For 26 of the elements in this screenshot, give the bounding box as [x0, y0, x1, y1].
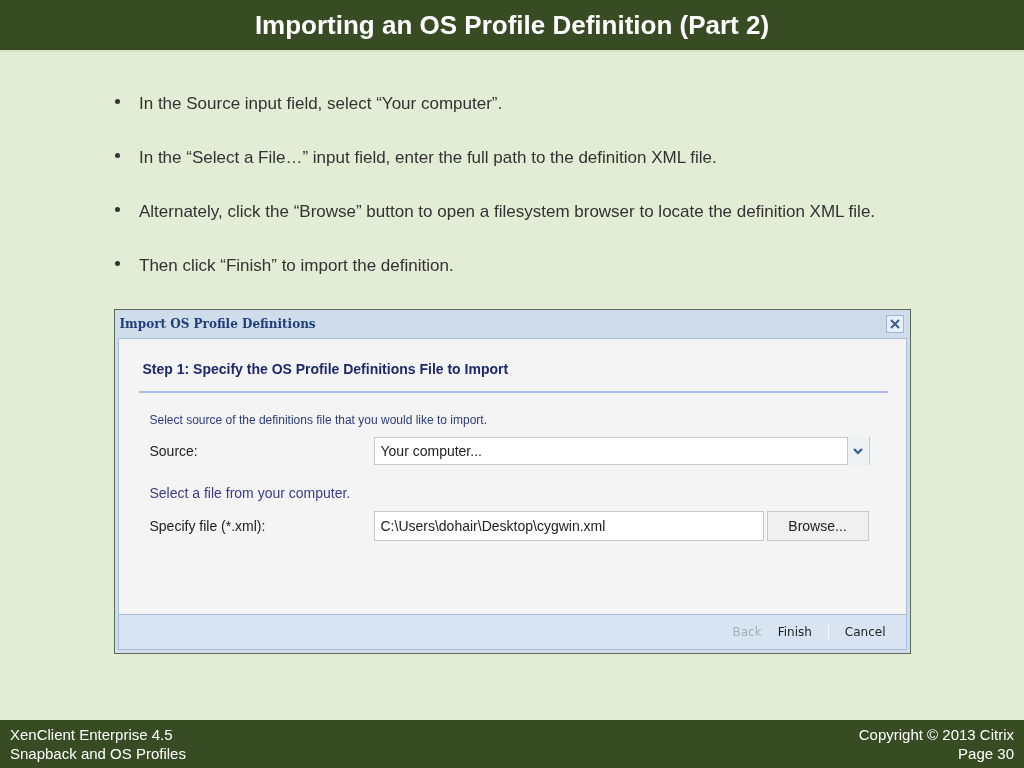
footer-text: Page 30	[958, 744, 1014, 763]
bullet-icon	[115, 261, 120, 266]
footer-button[interactable]: Finish	[769, 625, 820, 639]
bullet-text: In the Source input field, select “Your computer”.	[139, 93, 503, 115]
footer-button[interactable]: Cancel	[836, 625, 894, 639]
bullet-icon	[115, 153, 120, 158]
file-label: Specify file (*.xml):	[149, 518, 267, 534]
file-path-field[interactable]: C:\Users\dohair\Desktop\cygwin.xml	[373, 511, 764, 541]
footer-text: XenClient Enterprise 4.5	[10, 725, 174, 744]
source-dropdown[interactable]: Your computer...	[373, 437, 870, 465]
dialog-title: Import OS Profile Definitions	[119, 317, 316, 331]
footer-text: Copyright © 2013 Citrix	[858, 725, 1014, 744]
source-label: Source:	[149, 443, 199, 459]
bullet-text: Alternately, click the “Browse” button to open a filesystem browser to locate the definition XML file.	[139, 201, 876, 223]
bullet-text: Then click “Finish” to import the definition.	[139, 255, 454, 277]
close-button[interactable]	[885, 315, 904, 333]
footer-text: Snapback and OS Profiles	[10, 744, 186, 763]
instruction-text: Select source of the definitions file that you would like to import.	[149, 413, 488, 427]
slide-title: Importing an OS Profile Definition (Part 2)	[254, 9, 770, 41]
step-heading: Step 1: Specify the OS Profile Definitions File to Import	[142, 361, 510, 377]
browse-button[interactable]: Browse...	[766, 511, 869, 541]
file-hint-text: Select a file from your computer.	[149, 485, 352, 501]
bullet-icon	[115, 207, 120, 212]
bullet-text: In the “Select a File…” input field, enter the full path to the definition XML file.	[139, 147, 717, 169]
close-icon	[889, 319, 900, 329]
bullet-icon	[115, 99, 120, 104]
